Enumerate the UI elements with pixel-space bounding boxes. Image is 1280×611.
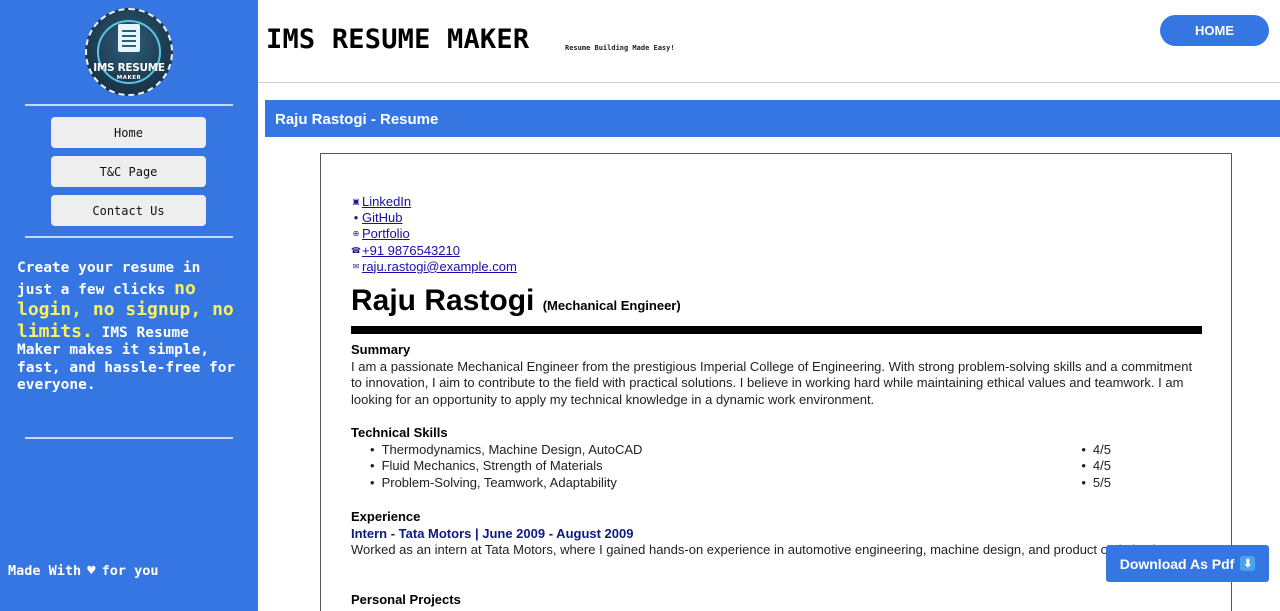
contact-linkedin[interactable]: ▣ LinkedIn [351, 194, 517, 210]
footer-text-after: for you [101, 563, 159, 579]
sidebar-tc-button[interactable]: T&C Page [51, 156, 206, 187]
sidebar-home-button[interactable]: Home [51, 117, 206, 148]
experience-description: Worked as an intern at Tata Motors, wher… [351, 542, 1174, 557]
experience-role: Intern - Tata Motors | June 2009 - Augus… [351, 526, 634, 541]
skills-heading: Technical Skills [351, 425, 448, 440]
skill-rating: 4/5 [1092, 442, 1111, 457]
skill-item: • Thermodynamics, Machine Design, AutoCAD… [370, 442, 1111, 457]
made-with-footer: Made With ♥ for you [8, 563, 159, 579]
summary-text: I am a passionate Mechanical Engineer fr… [351, 359, 1193, 407]
person-role: (Mechanical Engineer) [542, 298, 681, 313]
sidebar-divider [25, 104, 233, 106]
linkedin-icon: ▣ [352, 197, 360, 206]
github-icon: ● [353, 213, 359, 223]
contact-phone[interactable]: ☎ +91 9876543210 [351, 243, 517, 259]
globe-icon: ⊕ [352, 229, 360, 239]
phone-icon: ☎ [351, 245, 361, 255]
ims-logo[interactable]: IMS RESUME MAKER [85, 8, 173, 96]
heart-icon: ♥ [87, 563, 96, 579]
site-subtitle: Resume Building Made Easy! [565, 44, 675, 52]
projects-heading: Personal Projects [351, 592, 461, 607]
sidebar-contact-button[interactable]: Contact Us [51, 195, 206, 226]
sidebar-tagline: Create your resume in just a few clicks … [17, 260, 239, 395]
github-link[interactable]: GitHub [362, 210, 402, 226]
resume-preview: ▣ LinkedIn ● GitHub ⊕ Portfolio ☎ +91 987654… [320, 153, 1232, 611]
phone-link[interactable]: +91 9876543210 [362, 243, 460, 259]
document-icon [118, 24, 140, 52]
site-title: IMS RESUME MAKER [266, 24, 530, 55]
skill-item: • Fluid Mechanics, Strength of Materials … [370, 458, 1111, 474]
skill-rating: 5/5 [1092, 474, 1111, 490]
summary-heading: Summary [351, 342, 411, 357]
skills-list: • Thermodynamics, Machine Design, AutoCAD… [351, 442, 1111, 491]
contact-github[interactable]: ● GitHub [351, 210, 517, 226]
portfolio-link[interactable]: Portfolio [362, 226, 410, 242]
skill-rating: 4/5 [1092, 458, 1111, 474]
download-icon: ⬇ [1240, 556, 1256, 571]
logo-subtext: MAKER [116, 75, 142, 81]
download-pdf-button[interactable]: Download As Pdf ⬇ [1106, 545, 1269, 582]
header-divider [258, 82, 1280, 83]
home-button[interactable]: HOME [1160, 15, 1269, 46]
name-underline [351, 326, 1202, 334]
linkedin-link[interactable]: LinkedIn [362, 194, 411, 210]
logo-text: IMS RESUME [93, 62, 165, 74]
skill-item: • Problem-Solving, Teamwork, Adaptability… [370, 474, 1111, 490]
skill-name: Problem-Solving, Teamwork, Adaptability [381, 474, 617, 490]
tagline-intro: Create your resume in just a few clicks [17, 260, 201, 298]
download-label: Download As Pdf [1119, 555, 1235, 572]
resume-name: Raju Rastogi (Mechanical Engineer) [351, 284, 681, 318]
sidebar: IMS RESUME MAKER Home T&C Page Contact U… [0, 0, 258, 611]
skill-name: Thermodynamics, Machine Design, AutoCAD [381, 442, 643, 457]
contact-links: ▣ LinkedIn ● GitHub ⊕ Portfolio ☎ +91 987654… [351, 194, 517, 275]
skill-name: Fluid Mechanics, Strength of Materials [381, 458, 603, 474]
sidebar-divider [25, 236, 233, 238]
footer-text-before: Made With [8, 563, 82, 579]
mail-icon: ✉ [352, 261, 360, 271]
contact-portfolio[interactable]: ⊕ Portfolio [351, 226, 517, 242]
email-link[interactable]: raju.rastogi@example.com [362, 259, 517, 275]
sidebar-divider [25, 437, 233, 439]
resume-banner-title: Raju Rastogi - Resume [275, 111, 439, 128]
person-name: Raju Rastogi [351, 284, 535, 317]
resume-banner: Raju Rastogi - Resume [265, 100, 1280, 137]
contact-email[interactable]: ✉ raju.rastogi@example.com [351, 259, 517, 275]
experience-heading: Experience [351, 509, 421, 524]
